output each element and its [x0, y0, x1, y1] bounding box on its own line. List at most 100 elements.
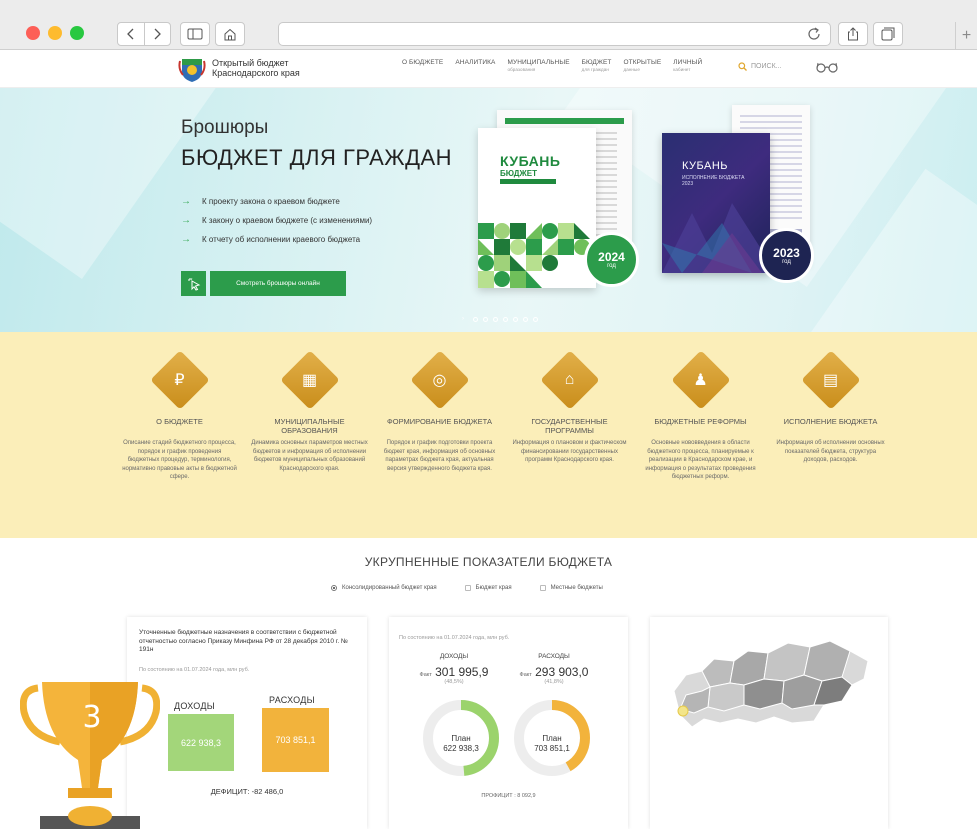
krasnodar-coat-of-arms-logo[interactable] — [178, 55, 206, 83]
cursor-click-icon[interactable] — [181, 271, 206, 296]
brochure-2023-year-badge: 2023 год — [759, 228, 814, 283]
carousel-dot[interactable] — [523, 317, 528, 322]
income-label: ДОХОДЫ — [174, 701, 216, 711]
home-button[interactable] — [215, 22, 245, 46]
nav-item-label: ОТКРЫТЫЕ — [623, 59, 662, 66]
people-icon: ♟ — [693, 372, 708, 389]
nav-item-personal-account[interactable]: ЛИЧНЫЙ кабинет — [673, 59, 702, 73]
sidebar-button[interactable] — [180, 22, 210, 46]
sidebar-icon — [187, 28, 203, 40]
carousel-dot[interactable] — [513, 317, 518, 322]
income-bar[interactable]: 622 938,3 — [168, 714, 234, 771]
feature-description: Порядок и график подготовки проекта бюдж… — [383, 440, 496, 472]
fact-prefix: Факт — [519, 672, 532, 678]
carousel-prev-arrow[interactable]: › — [462, 316, 468, 322]
brochure-2024-year-badge: 2024 год — [584, 232, 639, 287]
radio-label: Консолидированный бюджет края — [342, 585, 437, 591]
planned-indicators-card: Уточненные бюджетные назначения в соотве… — [127, 617, 367, 829]
krasnodar-region-marker[interactable] — [677, 705, 689, 717]
deficit-value: ДЕФИЦИТ: -82 486,0 — [210, 787, 284, 796]
carousel-dot[interactable] — [503, 317, 508, 322]
brochure-2023-year: 2023 — [773, 245, 800, 260]
nav-item-open-data[interactable]: ОТКРЫТЫЕ данные — [624, 59, 662, 73]
brochure-2023-cover[interactable]: КУБАНЬ ИСПОЛНЕНИЕ БЮДЖЕТА 2023 — [662, 133, 770, 273]
coins-icon: ◎ — [432, 372, 447, 389]
brochure-2024-cover[interactable]: КУБАНЬ БЮДЖЕТ — [478, 128, 596, 288]
expense-bar[interactable]: 703 851,1 — [262, 708, 329, 772]
browser-toolbar: + — [0, 0, 977, 50]
brochure-2023-subtitle: ИСПОЛНЕНИЕ БЮДЖЕТА 2023 — [682, 175, 745, 187]
radio-checked-icon — [331, 585, 337, 591]
new-tab-button[interactable]: + — [955, 22, 977, 49]
brochure-2024-year: 2024 — [598, 249, 625, 264]
feature-budget-reforms[interactable]: ♟ БЮДЖЕТНЫЕ РЕФОРМЫ Основные нововведени… — [638, 344, 763, 482]
share-button[interactable] — [838, 22, 868, 46]
share-icon — [848, 27, 858, 41]
carousel-dot[interactable] — [473, 317, 478, 322]
feature-badge: ▦ — [279, 350, 340, 410]
carousel-dot[interactable] — [533, 317, 538, 322]
income-percent: (48,5%) — [444, 679, 464, 685]
carousel-dot[interactable] — [493, 317, 498, 322]
nav-item-label: АНАЛИТИКА — [455, 59, 496, 66]
carousel-dot[interactable] — [483, 317, 488, 322]
radio-consolidated-budget[interactable]: Консолидированный бюджет края — [331, 585, 437, 591]
expense-fact-value: 293 903,0 — [535, 665, 589, 679]
back-button[interactable] — [118, 23, 144, 45]
nav-item-sublabel: кабинет — [673, 67, 691, 72]
feature-state-programs[interactable]: ⌂ ГОСУДАРСТВЕННЫЕ ПРОГРАММЫ Информация о… — [507, 344, 632, 465]
brand-line-1: Открытый бюджет — [212, 58, 289, 68]
site-brand[interactable]: Открытый бюджет Краснодарского края — [212, 58, 300, 78]
hero-link-label: К отчету об исполнении краевого бюджета — [202, 235, 361, 244]
radio-regional-budget[interactable]: Бюджет края — [464, 585, 512, 591]
feature-title: ИСПОЛНЕНИЕ БЮДЖЕТА — [783, 417, 878, 426]
arrow-right-icon: → — [181, 234, 191, 245]
buildings-icon: ▦ — [301, 372, 318, 389]
minimize-window-button[interactable] — [48, 26, 62, 40]
hero-link-law[interactable]: → К закону о краевом бюджете (с изменения… — [181, 211, 372, 230]
tabs-button[interactable] — [873, 22, 903, 46]
feature-about-budget[interactable]: ₽ О БЮДЖЕТЕ Описание стадий бюджетного п… — [117, 344, 242, 482]
expense-plan-value: 703 851,1 — [534, 744, 570, 753]
view-brochures-button[interactable]: Смотреть брошюры онлайн — [210, 271, 346, 296]
nav-item-budget-for-citizens[interactable]: БЮДЖЕТ для граждан — [582, 59, 612, 73]
carousel-pagination: › — [462, 316, 538, 322]
address-bar[interactable] — [278, 22, 831, 46]
profit-value: ПРОФИЦИТ : 8 092,9 — [481, 793, 536, 799]
government-building-icon: ⌂ — [564, 371, 575, 388]
nav-item-about-budget[interactable]: О БЮДЖЕТЕ — [402, 59, 443, 67]
hero-link-draft-law[interactable]: → К проекту закона о краевом бюджете — [181, 192, 372, 211]
tabs-icon — [881, 27, 895, 41]
site-search[interactable]: ПОИСК... — [738, 62, 781, 71]
brochure-2024-pattern — [478, 223, 590, 288]
reload-icon[interactable] — [806, 26, 822, 42]
brochure-2024-bar — [500, 179, 556, 184]
forward-button[interactable] — [143, 23, 170, 45]
hero-link-label: К проекту закона о краевом бюджете — [202, 197, 340, 206]
feature-budget-formation[interactable]: ◎ ФОРМИРОВАНИЕ БЮДЖЕТА Порядок и график … — [377, 344, 502, 473]
money-bag-icon: ₽ — [174, 372, 185, 389]
feature-title: МУНИЦИПАЛЬНЫЕ ОБРАЗОВАНИЯ — [274, 417, 345, 435]
brochure-2023-year-word: год — [782, 258, 791, 265]
income-plan: План 622 938,3 — [421, 734, 501, 754]
accessibility-glasses-icon[interactable] — [816, 61, 838, 73]
site-header: Открытый бюджет Краснодарского края О БЮ… — [0, 50, 977, 88]
feature-description: Информация о плановом и фактическом фина… — [512, 440, 627, 463]
maximize-window-button[interactable] — [70, 26, 84, 40]
feature-budget-execution[interactable]: ▤ ИСПОЛНЕНИЕ БЮДЖЕТА Информация об испол… — [768, 344, 893, 465]
nav-item-label: О БЮДЖЕТЕ — [402, 59, 444, 66]
hero-banner: Брошюры БЮДЖЕТ ДЛЯ ГРАЖДАН → К проекту за… — [0, 88, 977, 332]
feature-description: Основные нововведения в области бюджетно… — [645, 440, 756, 480]
nav-item-analytics[interactable]: АНАЛИТИКА — [455, 59, 495, 67]
russia-regions-map[interactable] — [664, 631, 874, 741]
hero-link-report[interactable]: → К отчету об исполнении краевого бюджета — [181, 230, 372, 249]
nav-item-municipalities[interactable]: МУНИЦИПАЛЬНЫЕ образования — [507, 59, 569, 73]
window-controls — [26, 26, 84, 40]
nav-item-label: МУНИЦИПАЛЬНЫЕ — [507, 59, 570, 66]
expense-label: РАСХОДЫ — [538, 653, 570, 660]
close-window-button[interactable] — [26, 26, 40, 40]
radio-local-budgets[interactable]: Местные бюджеты — [539, 585, 603, 591]
indicators-heading: УКРУПНЕННЫЕ ПОКАЗАТЕЛИ БЮДЖЕТА — [364, 555, 613, 569]
feature-municipalities[interactable]: ▦ МУНИЦИПАЛЬНЫЕ ОБРАЗОВАНИЯ Динамика осн… — [247, 344, 372, 473]
brochure-2024-title: КУБАНЬ — [500, 153, 561, 169]
